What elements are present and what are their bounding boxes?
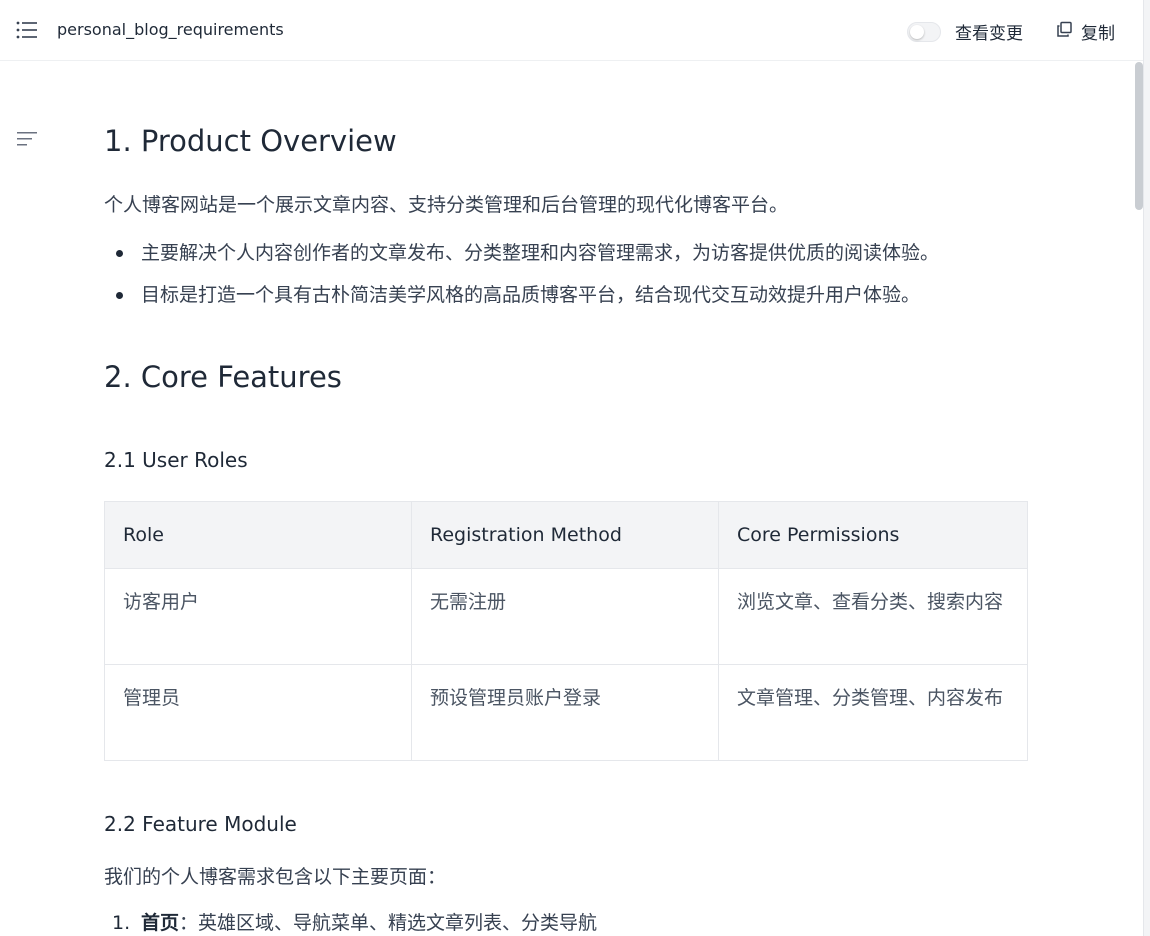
list-icon[interactable]: [16, 20, 38, 40]
list-number: 1.: [112, 912, 131, 934]
table-header-cell: Core Permissions: [718, 501, 1028, 569]
overview-bullets: 主要解决个人内容创作者的文章发布、分类整理和内容管理需求，为访客提供优质的阅读体…: [104, 240, 939, 324]
document-window: personal_blog_requirements 查看变更 复制 1. Pr…: [0, 0, 1144, 936]
toggle-knob: [910, 24, 924, 39]
table-row: 访客用户 无需注册 浏览文章、查看分类、搜索内容: [104, 568, 1028, 665]
table-cell: 预设管理员账户登录: [411, 664, 719, 761]
copy-icon: [1056, 21, 1073, 42]
table-row: 管理员 预设管理员账户登录 文章管理、分类管理、内容发布: [104, 664, 1028, 761]
copy-label: 复制: [1081, 24, 1115, 44]
header-bar: personal_blog_requirements 查看变更 复制: [0, 0, 1143, 61]
table-header-cell: Role: [104, 501, 412, 569]
document-title: personal_blog_requirements: [57, 20, 284, 39]
scrollbar-thumb[interactable]: [1135, 62, 1143, 210]
page-list: 1. 首页：英雄区域、导航菜单、精选文章列表、分类导航: [104, 910, 597, 936]
list-item: 主要解决个人内容创作者的文章发布、分类整理和内容管理需求，为访客提供优质的阅读体…: [104, 240, 939, 282]
table-cell: 浏览文章、查看分类、搜索内容: [718, 568, 1028, 665]
toggle-switch[interactable]: [907, 21, 941, 42]
feature-module-intro: 我们的个人博客需求包含以下主要页面：: [104, 866, 447, 888]
view-changes-toggle[interactable]: 查看变更: [907, 19, 1023, 44]
table-cell: 访客用户: [104, 568, 412, 665]
subsection-heading-feature-module: 2.2 Feature Module: [104, 812, 297, 836]
table-header-cell: Registration Method: [411, 501, 719, 569]
table-header-row: Role Registration Method Core Permission…: [104, 501, 1028, 569]
subsection-heading-user-roles: 2.1 User Roles: [104, 448, 248, 472]
table-cell: 管理员: [104, 664, 412, 761]
page-description: ：英雄区域、导航菜单、精选文章列表、分类导航: [179, 912, 598, 934]
view-changes-label: 查看变更: [955, 24, 1023, 44]
table-cell: 无需注册: [411, 568, 719, 665]
scrollbar[interactable]: [1135, 62, 1143, 936]
table-cell: 文章管理、分类管理、内容发布: [718, 664, 1028, 761]
page-name: 首页: [141, 912, 180, 934]
list-item: 1. 首页：英雄区域、导航菜单、精选文章列表、分类导航: [104, 910, 597, 936]
list-item: 目标是打造一个具有古朴简洁美学风格的高品质博客平台，结合现代交互动效提升用户体验…: [104, 282, 939, 324]
section-heading-core-features: 2. Core Features: [104, 360, 342, 394]
overview-intro: 个人博客网站是一个展示文章内容、支持分类管理和后台管理的现代化博客平台。: [104, 194, 789, 216]
outline-icon[interactable]: [16, 130, 38, 148]
section-heading-product-overview: 1. Product Overview: [104, 124, 397, 158]
copy-button[interactable]: 复制: [1056, 19, 1115, 44]
user-roles-table: Role Registration Method Core Permission…: [104, 501, 1028, 761]
